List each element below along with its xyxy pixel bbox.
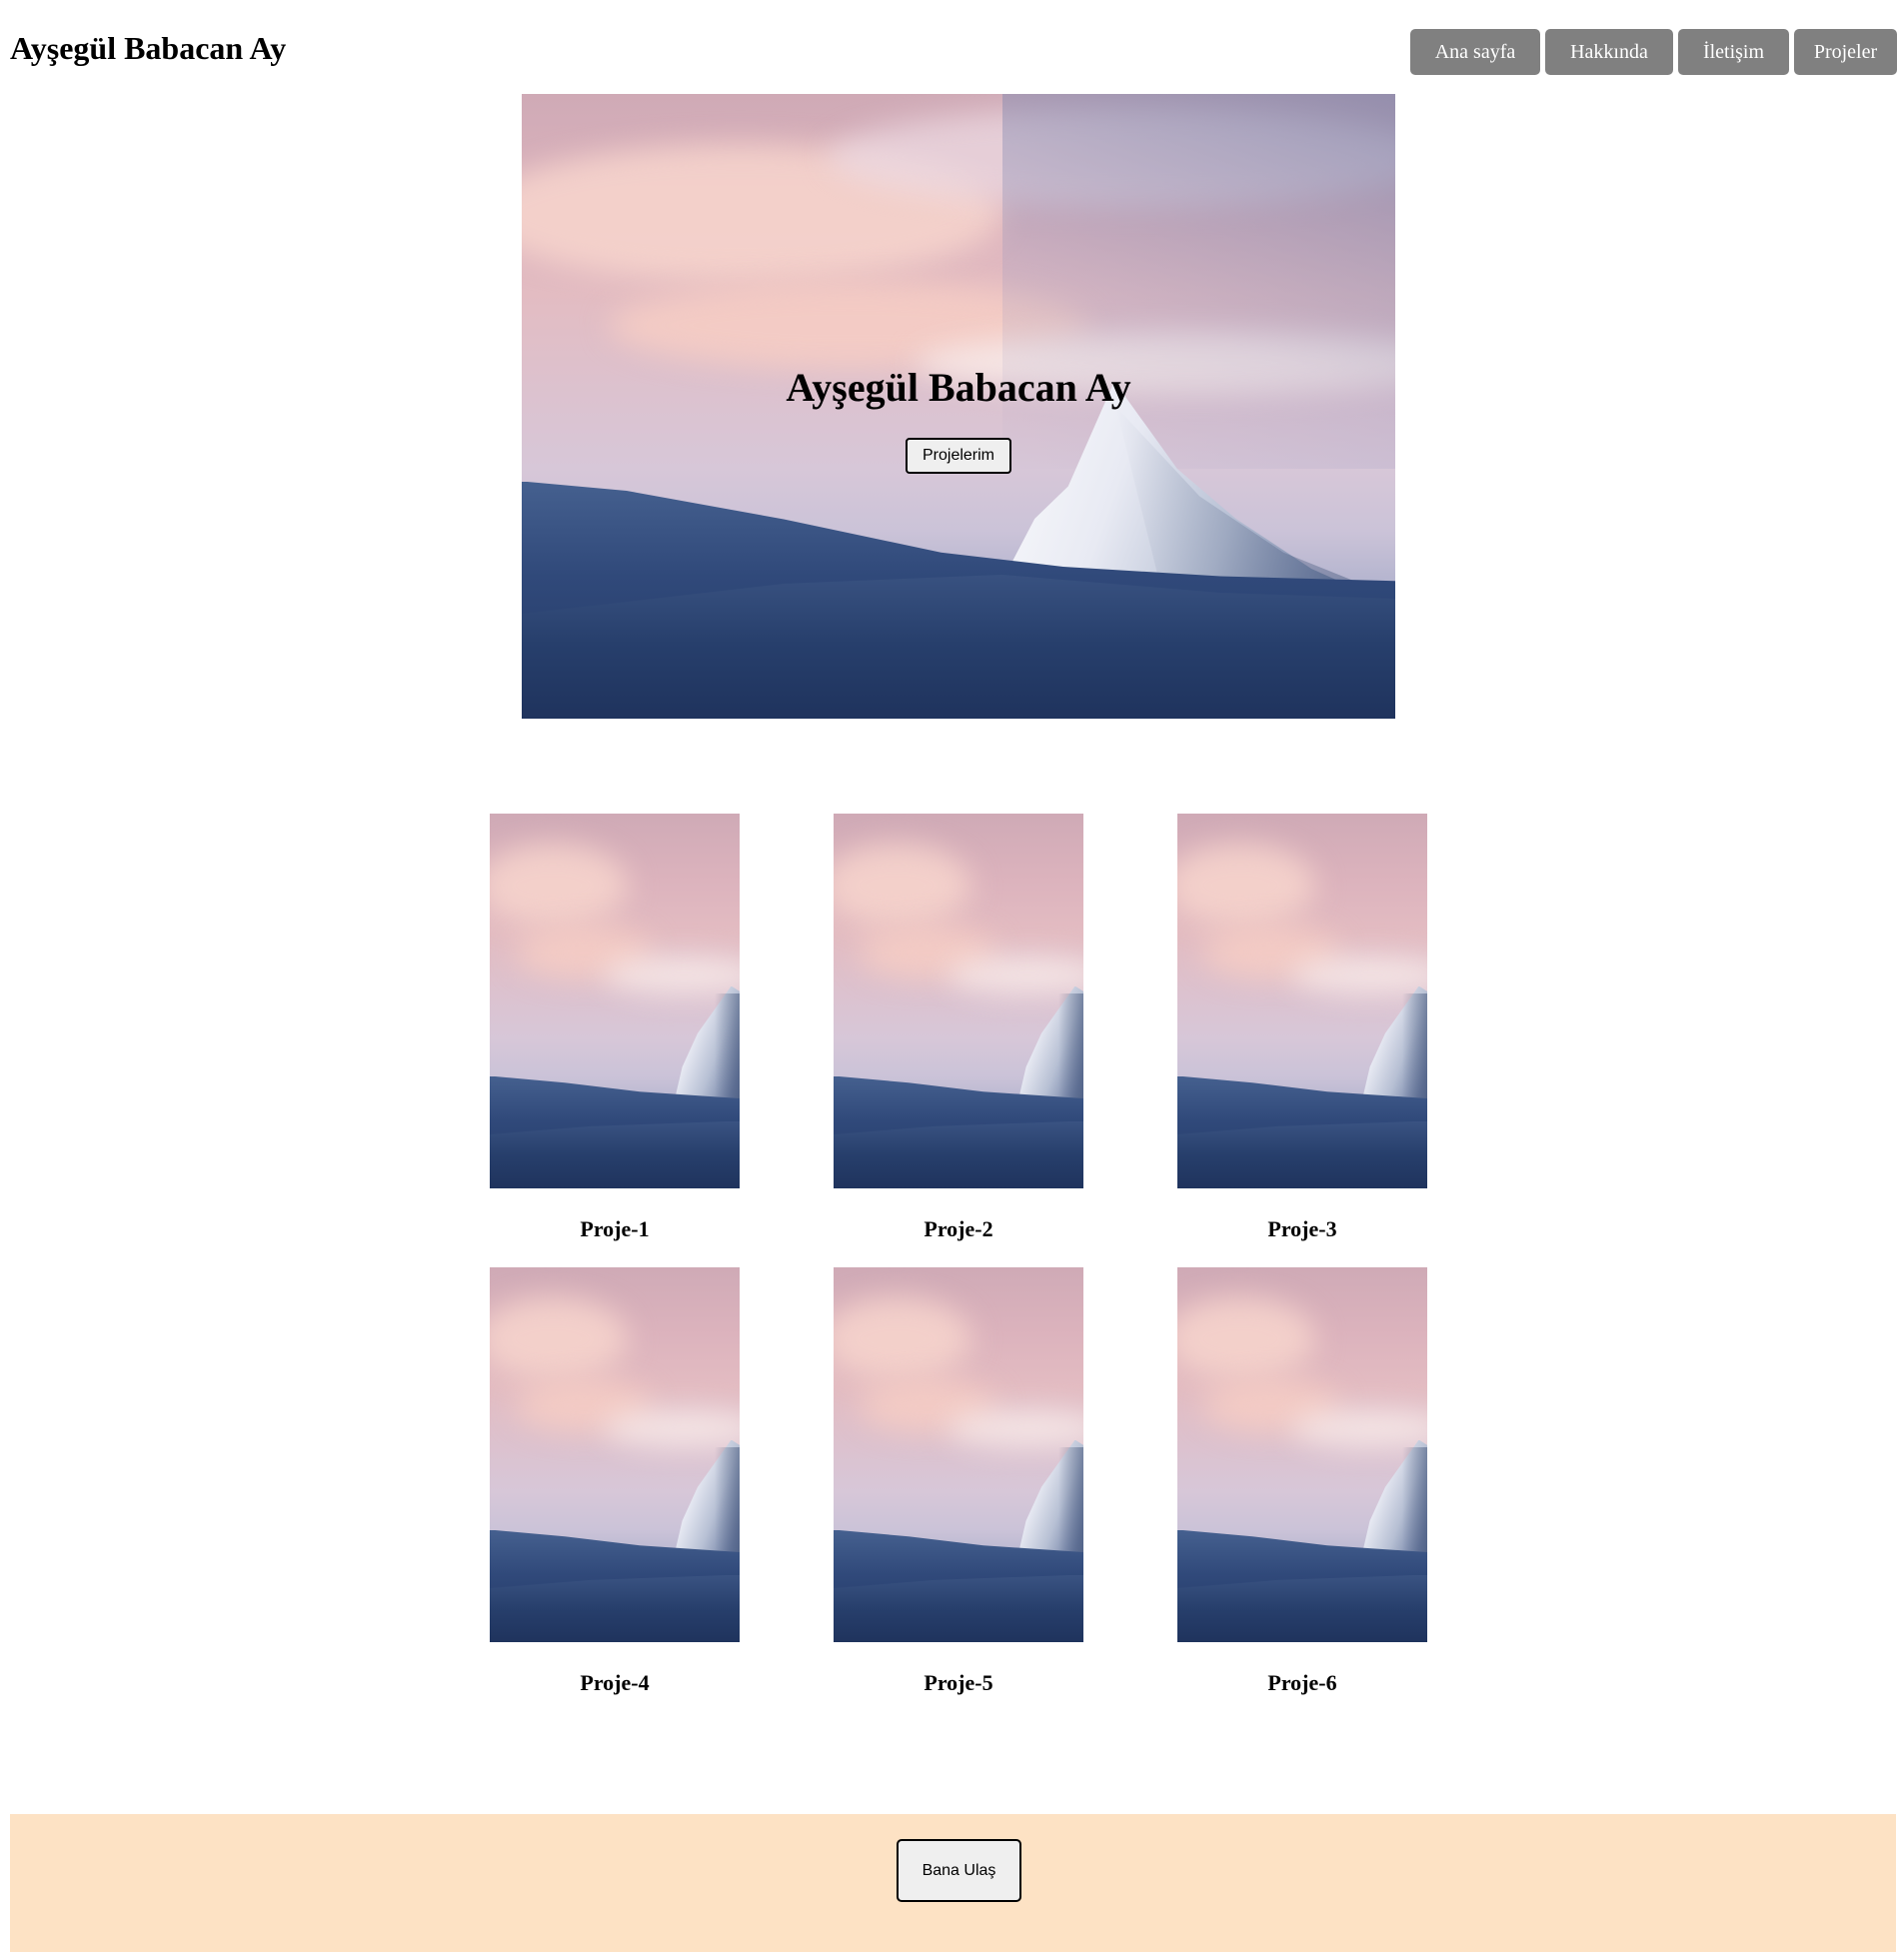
project-image[interactable]	[834, 814, 1083, 1188]
project-title: Proje-6	[1267, 1670, 1337, 1695]
nav-home-button[interactable]: Ana sayfa	[1410, 29, 1540, 75]
project-card[interactable]: Proje-1	[490, 814, 740, 1242]
project-card[interactable]: Proje-4	[490, 1267, 740, 1696]
contact-me-button[interactable]: Bana Ulaş	[897, 1839, 1021, 1902]
project-image[interactable]	[1177, 814, 1427, 1188]
hero-title: Ayşegül Babacan Ay	[786, 365, 1131, 410]
project-title: Proje-2	[924, 1216, 993, 1241]
project-card[interactable]: Proje-5	[834, 1267, 1083, 1696]
project-image[interactable]	[490, 1267, 740, 1642]
project-card[interactable]: Proje-2	[834, 814, 1083, 1242]
project-image[interactable]	[834, 1267, 1083, 1642]
nav-projects-button[interactable]: Projeler	[1794, 29, 1897, 75]
nav-about-button[interactable]: Hakkında	[1545, 29, 1673, 75]
site-title: Ayşegül Babacan Ay	[10, 30, 287, 66]
nav-contact-button[interactable]: İletişim	[1678, 29, 1789, 75]
projects-button[interactable]: Projelerim	[906, 438, 1011, 474]
footer: Bana Ulaş	[10, 1814, 1896, 1952]
hero-image: Ayşegül Babacan Ay Projelerim	[522, 94, 1395, 719]
project-title: Proje-5	[924, 1670, 993, 1695]
project-title: Proje-3	[1267, 1216, 1337, 1241]
project-title: Proje-1	[580, 1216, 650, 1241]
project-card[interactable]: Proje-6	[1177, 1267, 1427, 1696]
project-image[interactable]	[1177, 1267, 1427, 1642]
project-title: Proje-4	[580, 1670, 650, 1695]
main-nav: Ana sayfa Hakkında İletişim Projeler	[1410, 29, 1897, 75]
project-image[interactable]	[490, 814, 740, 1188]
project-card[interactable]: Proje-3	[1177, 814, 1427, 1242]
